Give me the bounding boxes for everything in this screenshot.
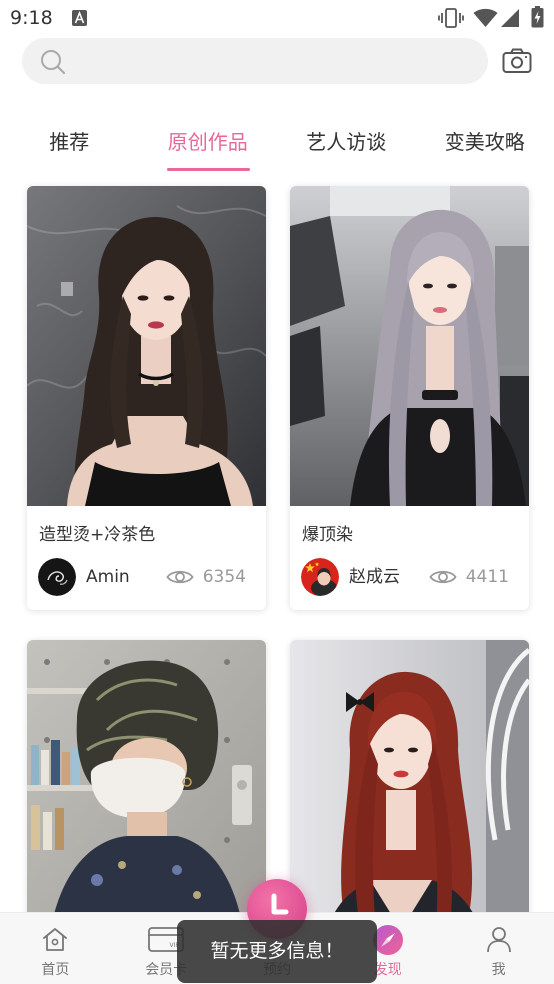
view-count-group: 4411	[429, 558, 509, 596]
author-name[interactable]: Amin	[86, 558, 130, 596]
category-tabs: 推荐 原创作品 艺人访谈 变美攻略	[0, 118, 554, 172]
author-avatar[interactable]	[301, 558, 339, 596]
view-count: 4411	[465, 567, 509, 587]
wifi-icon	[473, 8, 498, 27]
view-count: 6354	[202, 567, 246, 587]
camera-icon[interactable]	[502, 48, 532, 74]
signal-icon	[501, 9, 519, 27]
status-time: 9:18	[10, 7, 53, 29]
post-title: 造型烫+冷茶色	[39, 525, 156, 545]
nav-label: 首页	[41, 962, 70, 978]
home-icon	[43, 928, 68, 951]
status-bar: 9:18	[0, 0, 554, 36]
author-avatar[interactable]	[38, 558, 76, 596]
post-meta: 赵成云 4411	[301, 558, 509, 596]
view-count-group: 6354	[166, 558, 246, 596]
tab-recommend[interactable]: 推荐	[0, 118, 139, 172]
eye-icon	[429, 570, 457, 584]
post-photo[interactable]	[290, 186, 529, 506]
tab-artist-interviews[interactable]: 艺人访谈	[277, 118, 416, 172]
post-title: 爆顶染	[302, 525, 353, 545]
app-notification-icon	[72, 10, 87, 26]
vibrate-icon	[438, 8, 464, 28]
nav-home[interactable]: 首页	[0, 913, 111, 984]
search-icon	[41, 50, 66, 75]
eye-icon	[166, 570, 194, 584]
post-card[interactable]: 造型烫+冷茶色 Amin 6354	[27, 186, 266, 610]
tab-label: 原创作品	[167, 130, 248, 154]
battery-charging-icon	[531, 6, 544, 28]
post-photo[interactable]	[27, 186, 266, 506]
person-icon	[486, 927, 511, 953]
search-bar[interactable]	[22, 38, 488, 84]
post-card[interactable]: 爆顶染 赵成云 4411	[290, 186, 529, 610]
nav-label: 我	[491, 962, 506, 978]
search-input[interactable]	[76, 46, 466, 76]
tab-beauty-guides[interactable]: 变美攻略	[416, 118, 554, 172]
author-name[interactable]: 赵成云	[349, 558, 400, 596]
toast-message: 暂无更多信息！	[177, 920, 377, 983]
post-meta: Amin 6354	[38, 558, 246, 596]
nav-me[interactable]: 我	[443, 913, 554, 984]
tab-original-works[interactable]: 原创作品	[139, 118, 278, 172]
active-tab-indicator	[166, 168, 250, 171]
